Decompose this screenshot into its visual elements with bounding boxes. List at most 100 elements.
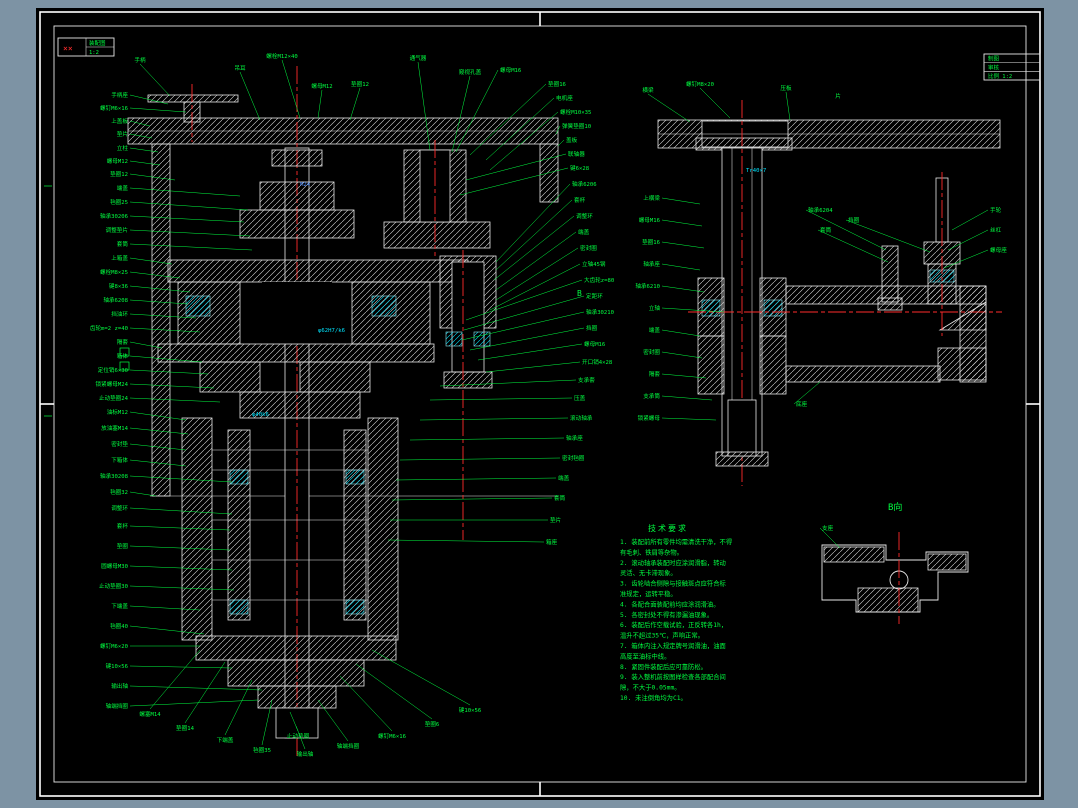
part-label: 螺栓M8×25 (100, 268, 128, 276)
part-label: 密封圈 (643, 348, 660, 356)
part-label: 毡圈32 (110, 488, 128, 496)
part-label: 垫圈12 (351, 80, 369, 88)
part-label: 输出轴 (111, 682, 128, 690)
part-label: 下端盖 (217, 736, 234, 744)
note-line: 8. 紧固件装配后应可靠防松。 (620, 662, 707, 671)
part-label: 手柄座 (111, 91, 128, 99)
part-label: 毡圈35 (253, 746, 271, 754)
part-label: 挡油环 (111, 310, 128, 318)
part-label: 密封垫 (111, 440, 128, 448)
dimension-label: Tr40×7 (746, 168, 766, 174)
part-label: 挡圈 (586, 324, 598, 332)
tbr-row-0: 制图 (988, 55, 1000, 63)
part-label: 定位销6×30 (98, 366, 128, 374)
note-line: 2. 滚动轴承装配时应涂润滑脂，转动 (620, 558, 726, 567)
part-label: 隔套 (649, 370, 661, 378)
part-label: 轴端挡圈 (106, 702, 129, 710)
part-label: 螺钉M6×20 (100, 642, 128, 650)
part-label: 弹簧垫圈10 (562, 122, 591, 130)
part-label: 吊耳 (234, 65, 246, 72)
part-label: 放油塞M14 (101, 424, 129, 432)
part-label: 套筒 (820, 226, 832, 234)
note-line: 10. 未注倒角均为C1。 (620, 693, 687, 702)
part-label: 轴承30206 (100, 212, 128, 220)
part-label: 毡圈40 (110, 622, 128, 630)
title-row-1: 装配图 (89, 39, 106, 47)
part-label: 螺母M16 (584, 340, 605, 348)
part-label: 密封毡圈 (562, 454, 585, 462)
part-label: 止动垫圈24 (99, 394, 129, 402)
part-label: 锁紧螺母 (638, 414, 661, 422)
part-label: 横梁 (642, 86, 654, 94)
part-label: 轴端挡圈 (337, 742, 360, 750)
dimension-label: φ62H7/k6 (318, 328, 345, 334)
part-label: 上箱盖 (111, 254, 128, 262)
note-line: 有毛刺、铁屑等杂物。 (620, 547, 683, 556)
dimension-label: φ40k6 (252, 412, 269, 418)
part-label: 下箱体 (111, 456, 128, 464)
sheet-code: ×× (63, 44, 73, 53)
part-label: 螺钉M8×20 (686, 80, 714, 88)
part-label: 油标M12 (107, 408, 128, 416)
note-line: 9. 装入整机前按图样检查各部配合间 (620, 672, 726, 681)
part-label: 止动垫圈 (287, 732, 310, 740)
part-label: 螺母座 (990, 246, 1007, 254)
part-label: 轴承30208 (100, 472, 129, 480)
tbr-row-1: 审核 (988, 64, 1000, 72)
part-label: 箱体 (117, 352, 129, 360)
part-label: 上盖板 (111, 117, 128, 125)
part-label: 端盖 (578, 228, 590, 236)
drawing-stage: ×× 装配图 1:2 制图 审核 比例 1:2 B B向 技术要求 1. 装配前… (0, 0, 1078, 808)
part-label: 丝杠 (990, 226, 1002, 234)
part-label: 压盖 (574, 394, 586, 402)
detail-b-label: B向 (888, 501, 902, 513)
part-label: 压板 (780, 84, 792, 92)
part-label: 下端盖 (111, 602, 128, 610)
part-label: 垫圈16 (548, 80, 566, 88)
part-label: 端盖 (649, 326, 661, 334)
part-label: 调整环 (111, 504, 128, 512)
part-label: 上横梁 (643, 194, 660, 202)
part-label: 窥视孔盖 (459, 68, 482, 76)
part-label: 齿轮m=2 z=40 (90, 324, 128, 332)
note-line: 准规定，运转平稳。 (620, 589, 677, 598)
part-label: 调整环 (576, 212, 593, 220)
note-line: 高度至油标中线。 (620, 651, 670, 660)
part-label: 螺母M12 (107, 157, 128, 165)
part-label: 立轴 (649, 304, 661, 312)
note-line: 5. 各密封处不得有渗漏油现象。 (620, 610, 713, 619)
part-label: 盖板 (566, 136, 578, 144)
note-line: 隙，不大于0.05mm。 (620, 683, 681, 692)
note-line: 1. 装配前所有零件均需清洗干净，不得 (620, 537, 732, 546)
part-label: 滚动轴承 (570, 414, 593, 422)
part-label: 止动垫圈30 (99, 582, 128, 590)
cad-canvas[interactable]: ×× 装配图 1:2 制图 审核 比例 1:2 B B向 技术要求 1. 装配前… (0, 0, 1078, 808)
part-label: 支承套 (578, 376, 595, 384)
part-label: 隔套 (117, 338, 129, 346)
part-label: 联轴器 (568, 150, 585, 158)
part-label: 调整垫片 (106, 226, 129, 234)
part-label: 套杯 (117, 522, 129, 530)
part-label: 轴承6210 (635, 282, 660, 290)
part-label: 开口销4×28 (582, 358, 613, 366)
part-label: 定距环 (586, 292, 603, 300)
note-line: 灵活、无卡滞现象。 (620, 568, 677, 577)
part-label: 端盖 (117, 184, 129, 192)
part-label: 片 (835, 92, 841, 100)
part-label: 立轴45钢 (582, 260, 606, 268)
part-label: 立柱 (117, 144, 129, 152)
part-label: 垫圈16 (642, 238, 660, 246)
part-label: 螺栓M12×40 (266, 52, 297, 60)
part-label: 套筒 (117, 240, 129, 248)
part-label: 轴承座 (566, 434, 583, 442)
tbr-row-2: 比例 1:2 (988, 72, 1012, 80)
part-label: 输出轴 (297, 750, 314, 758)
part-label: 箱座 (546, 538, 558, 546)
part-label: 螺钉M6×16 (100, 104, 128, 112)
part-label: 密封圈 (580, 244, 597, 252)
part-label: 套筒 (554, 494, 566, 502)
part-label: 螺钉M6×16 (378, 732, 406, 740)
part-label: 通气器 (410, 54, 427, 62)
part-label: 垫片 (550, 516, 562, 524)
note-line: 7. 箱体内注入规定牌号润滑油，油面 (620, 641, 726, 650)
